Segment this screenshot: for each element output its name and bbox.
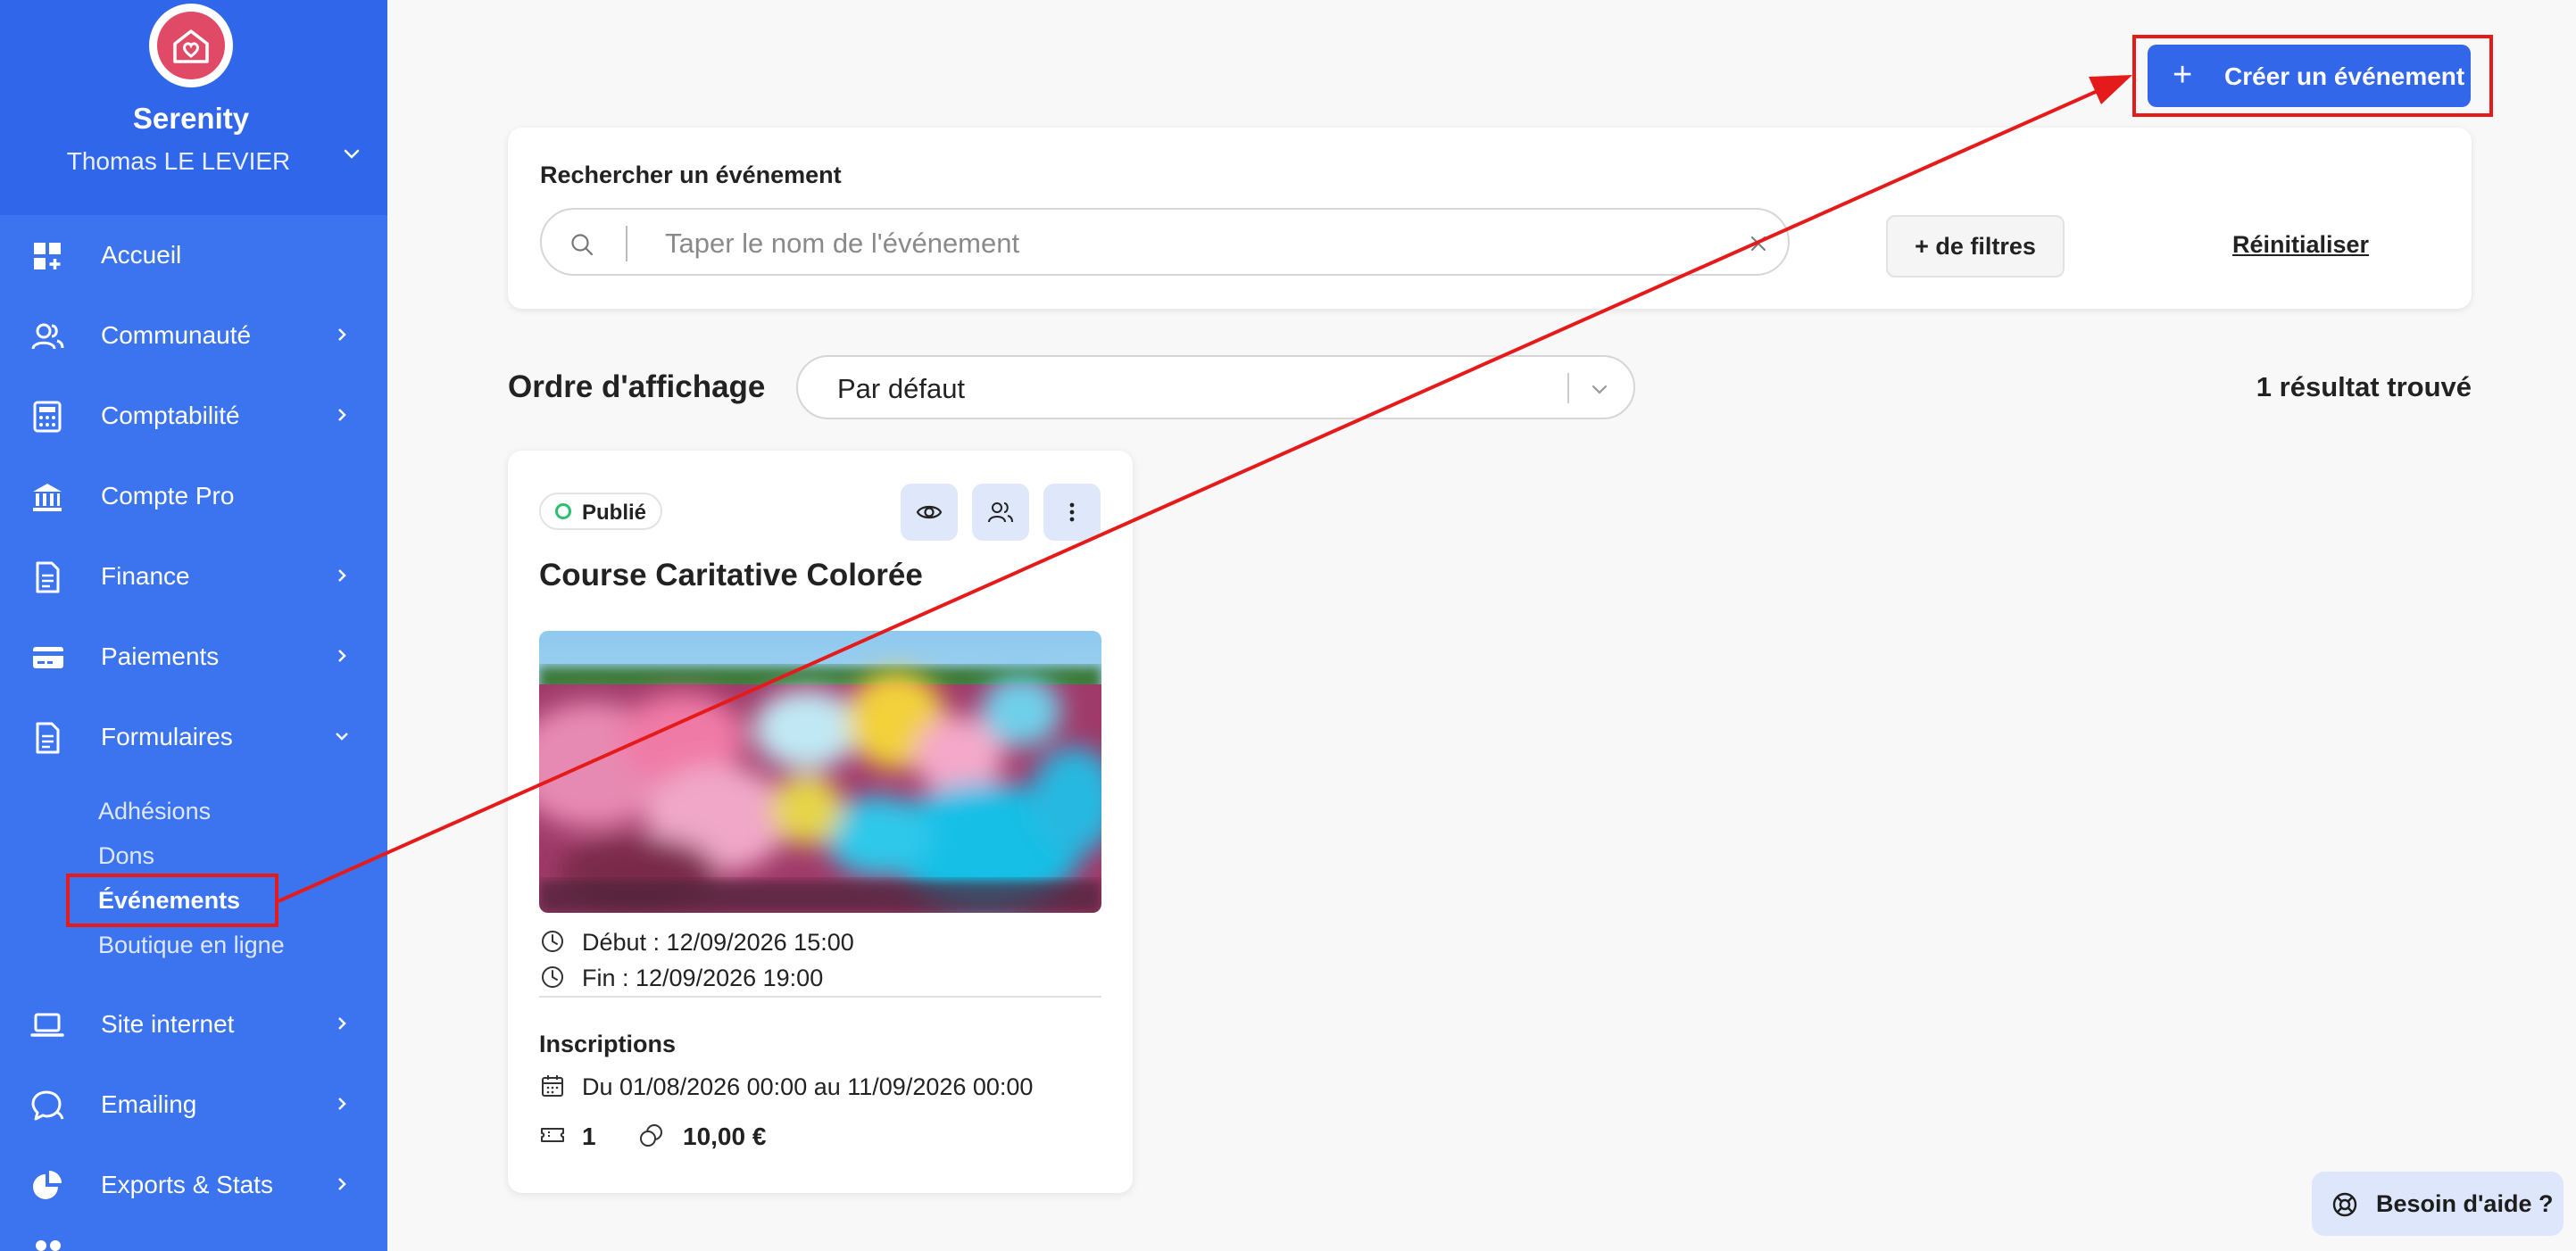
sidebar-item-exports-stats[interactable]: Exports & Stats xyxy=(0,1153,387,1217)
registrations-title: Inscriptions xyxy=(539,1031,677,1057)
sort-label: Ordre d'affichage xyxy=(508,369,766,404)
search-panel: Rechercher un événement + de filtres Réi… xyxy=(508,128,2472,309)
user-name: Thomas LE LEVIER xyxy=(66,147,291,175)
calendar-icon xyxy=(542,1075,563,1097)
sidebar-item-label: Exports & Stats xyxy=(101,1171,273,1198)
sidebar-item-emailing[interactable]: Emailing xyxy=(0,1073,387,1137)
divider xyxy=(539,996,1101,998)
sort-select[interactable]: Par défaut xyxy=(796,355,1635,419)
status-dot-icon xyxy=(555,503,571,519)
tickets-count: 1 xyxy=(582,1123,596,1150)
sort-select-value: Par défaut xyxy=(837,373,966,404)
document-icon xyxy=(36,561,60,593)
event-card[interactable]: Publié Course Caritative Colorée Début:… xyxy=(508,451,1133,1193)
status-badge: Publié xyxy=(539,493,663,530)
organization-name: Serenity xyxy=(132,102,250,135)
chevron-right-icon xyxy=(338,569,346,582)
lifebuoy-icon xyxy=(2332,1192,2357,1217)
bank-icon xyxy=(33,484,62,511)
close-icon[interactable] xyxy=(1748,233,1769,254)
credit-card-icon xyxy=(33,647,63,668)
coins-icon xyxy=(640,1124,662,1147)
more-icon xyxy=(36,1240,61,1251)
chevron-down-icon[interactable] xyxy=(340,143,363,166)
chevron-right-icon xyxy=(338,1098,346,1110)
clock-icon xyxy=(542,931,563,952)
organization-logo xyxy=(149,4,233,87)
sidebar-item-communaute[interactable]: Communauté xyxy=(0,303,387,368)
reset-link[interactable]: Réinitialiser xyxy=(2232,231,2369,259)
sidebar-item-finance[interactable]: Finance xyxy=(0,544,387,609)
sidebar-item-label: Paiements xyxy=(101,642,220,670)
sidebar-item-formulaires[interactable]: Formulaires xyxy=(0,705,387,769)
help-button[interactable]: Besoin d'aide ? xyxy=(2312,1172,2564,1236)
search-title: Rechercher un événement xyxy=(540,162,842,188)
more-filters-button[interactable]: + de filtres xyxy=(1886,215,2065,278)
view-button[interactable] xyxy=(901,484,958,541)
chevron-right-icon xyxy=(338,1178,346,1190)
sidebar-item-label: Compte Pro xyxy=(101,482,235,510)
sidebar-item-paiements[interactable]: Paiements xyxy=(0,625,387,689)
sidebar-item-label: Site internet xyxy=(101,1010,235,1038)
sidebar-item-label: Emailing xyxy=(101,1090,197,1118)
result-count: 1 résultat trouvé xyxy=(2256,371,2472,402)
create-event-button[interactable]: + Créer un événement xyxy=(2148,45,2471,107)
clock-icon xyxy=(542,966,563,988)
search-input[interactable] xyxy=(663,222,1720,265)
sidebar-item-label: Comptabilité xyxy=(101,402,240,429)
calculator-icon xyxy=(33,401,62,433)
event-image xyxy=(539,631,1101,913)
ticket-icon xyxy=(541,1128,564,1142)
chat-icon xyxy=(31,1090,64,1121)
search-box[interactable] xyxy=(540,208,1790,276)
pie-chart-icon xyxy=(33,1171,62,1199)
chevron-right-icon xyxy=(338,409,346,421)
sidebar: Serenity Thomas LE LEVIER Accueil Commun… xyxy=(0,0,387,1251)
sidebar-item-label: Communauté xyxy=(101,321,252,349)
sidebar-subitem-adhesions[interactable]: Adhésions xyxy=(98,798,211,825)
more-options-button[interactable] xyxy=(1043,484,1101,541)
chevron-right-icon xyxy=(338,328,346,341)
ticket-price: 10,00 € xyxy=(683,1123,767,1150)
laptop-icon xyxy=(30,1013,64,1037)
sidebar-item-accueil[interactable]: Accueil xyxy=(0,223,387,287)
more-vertical-icon xyxy=(1069,502,1075,522)
registration-period: Du 01/08/2026 00:00 au 11/09/2026 00:00 xyxy=(582,1073,1034,1100)
organization-header[interactable]: Serenity Thomas LE LEVIER xyxy=(0,0,387,215)
eye-icon xyxy=(916,505,943,519)
sidebar-item-label: Formulaires xyxy=(101,723,233,750)
event-start: Début : 12/09/2026 15:00 xyxy=(582,929,854,956)
chevron-right-icon xyxy=(338,1017,346,1030)
sidebar-subitem-boutique[interactable]: Boutique en ligne xyxy=(98,932,285,959)
event-title: Course Caritative Colorée xyxy=(539,558,923,592)
sidebar-item-compte-pro[interactable]: Compte Pro xyxy=(0,464,387,528)
search-icon xyxy=(571,234,594,256)
sidebar-subitem-dons[interactable]: Dons xyxy=(98,842,154,870)
sidebar-item-site-internet[interactable]: Site internet xyxy=(0,992,387,1056)
event-end: Fin : 12/09/2026 19:00 xyxy=(582,965,824,991)
users-icon xyxy=(31,323,64,350)
sidebar-item-label: Accueil xyxy=(101,241,182,269)
participants-button[interactable] xyxy=(972,484,1029,541)
chevron-right-icon xyxy=(338,650,346,662)
chevron-down-icon xyxy=(1591,385,1608,394)
plus-icon: + xyxy=(2173,56,2193,94)
sidebar-subitem-evenements[interactable]: Événements xyxy=(98,887,240,915)
users-icon xyxy=(988,502,1013,523)
dashboard-icon xyxy=(34,243,61,269)
sidebar-item-comptabilite[interactable]: Comptabilité xyxy=(0,384,387,448)
chevron-down-icon xyxy=(336,733,348,741)
form-icon xyxy=(36,722,60,754)
sidebar-item-label: Finance xyxy=(101,562,190,590)
